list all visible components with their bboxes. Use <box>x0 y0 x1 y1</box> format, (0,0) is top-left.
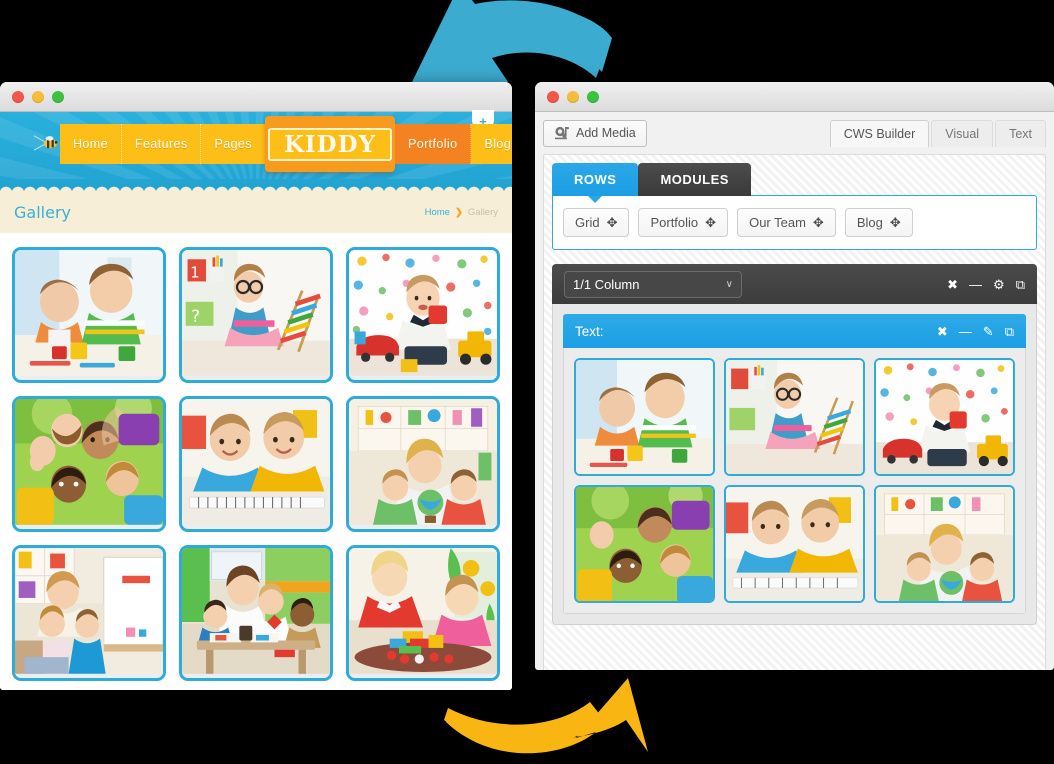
wordpress-editor-window: Add Media CWS Builder Visual Text ROWS M… <box>535 82 1054 670</box>
row-button-label: Portfolio <box>650 215 699 230</box>
duplicate-icon[interactable]: ⧉ <box>1005 325 1014 338</box>
row-button-our-team[interactable]: Our Team ✥ <box>737 208 836 237</box>
close-button[interactable] <box>547 90 559 103</box>
gallery-photo[interactable] <box>12 545 166 681</box>
module-thumbnail[interactable] <box>724 485 865 603</box>
row-block: 1/1 Column ∨ ✖ — ⚙ ⧉ Text: ✖ — ✎ ⧉ <box>552 264 1037 625</box>
breadcrumb-current: Gallery <box>467 206 498 218</box>
module-thumbnail[interactable] <box>574 358 715 476</box>
text-module-body <box>563 348 1026 614</box>
site-logo-text: KIDDY <box>267 127 392 161</box>
tab-rows[interactable]: ROWS <box>552 163 639 196</box>
add-media-label: Add Media <box>576 126 636 140</box>
page-title: Gallery <box>14 202 71 222</box>
minimize-button[interactable] <box>567 90 579 103</box>
row-button-label: Our Team <box>749 215 806 230</box>
row-button-label: Blog <box>856 215 883 230</box>
gallery-photo[interactable] <box>12 396 166 532</box>
close-button[interactable] <box>12 90 24 103</box>
text-module-title: Text: <box>575 323 604 339</box>
page-banner: Gallery Home ❯ Gallery <box>0 184 512 233</box>
gear-icon[interactable]: ⚙ <box>993 278 1005 291</box>
tab-visual[interactable]: Visual <box>931 120 994 147</box>
svg-text:1: 1 <box>190 265 199 282</box>
minimize-button[interactable] <box>32 90 44 103</box>
row-body: Text: ✖ — ✎ ⧉ <box>552 304 1037 625</box>
row-template-buttons: Grid ✥ Portfolio ✥ Our Team ✥ Blog ✥ <box>563 208 1026 237</box>
gallery-photo[interactable] <box>346 247 500 383</box>
nav-item-blog[interactable]: Blog <box>471 124 512 164</box>
module-thumbnail[interactable] <box>874 358 1015 476</box>
zoom-button[interactable] <box>52 90 64 103</box>
close-icon[interactable]: ✖ <box>947 278 958 291</box>
breadcrumb-home[interactable]: Home <box>425 207 450 218</box>
editor-mode-tabs: CWS Builder Visual Text <box>828 119 1046 147</box>
nav-item-pages[interactable]: Pages <box>201 124 265 164</box>
builder-tabs: ROWS MODULES <box>552 163 1037 196</box>
svg-text:?: ? <box>191 307 200 326</box>
column-layout-select[interactable]: 1/1 Column ∨ <box>564 270 742 298</box>
gallery-photo[interactable] <box>346 396 500 532</box>
breadcrumb-separator-icon: ❯ <box>454 206 463 218</box>
row-button-blog[interactable]: Blog ✥ <box>844 208 913 237</box>
row-button-label: Grid <box>575 215 600 230</box>
window-titlebar-right <box>535 82 1054 112</box>
site-header: + Home Features Pages KIDDY Portfolio Bl… <box>0 110 512 180</box>
site-logo[interactable]: KIDDY <box>264 116 395 172</box>
composite-illustration: + Home Features Pages KIDDY Portfolio Bl… <box>0 0 1054 764</box>
editor-toolbar: Add Media CWS Builder Visual Text <box>535 112 1054 154</box>
move-arrows-icon[interactable]: ✥ <box>890 216 901 229</box>
duplicate-icon[interactable]: ⧉ <box>1016 278 1025 291</box>
text-module: Text: ✖ — ✎ ⧉ <box>563 314 1026 614</box>
cws-builder-panel: ROWS MODULES Grid ✥ Portfolio ✥ Our Team <box>543 154 1046 670</box>
tab-text[interactable]: Text <box>995 120 1046 147</box>
module-thumbnail[interactable] <box>574 485 715 603</box>
minimize-icon[interactable]: — <box>959 325 972 338</box>
row-header: 1/1 Column ∨ ✖ — ⚙ ⧉ <box>552 264 1037 304</box>
nav-item-portfolio[interactable]: Portfolio <box>395 124 472 164</box>
nav-item-home[interactable]: Home <box>60 124 122 164</box>
row-button-portfolio[interactable]: Portfolio ✥ <box>638 208 729 237</box>
media-camera-icon <box>555 126 569 139</box>
add-media-button[interactable]: Add Media <box>543 119 647 147</box>
chevron-down-icon: ∨ <box>725 278 733 290</box>
rows-pane: Grid ✥ Portfolio ✥ Our Team ✥ Blog ✥ <box>552 195 1037 250</box>
tab-modules[interactable]: MODULES <box>638 163 751 196</box>
move-arrows-icon[interactable]: ✥ <box>705 216 716 229</box>
module-thumbnail[interactable] <box>724 358 865 476</box>
module-header-icons: ✖ — ✎ ⧉ <box>937 325 1014 338</box>
column-layout-value: 1/1 Column <box>573 276 640 292</box>
module-thumbnail[interactable] <box>874 485 1015 603</box>
move-arrows-icon[interactable]: ✥ <box>607 216 618 229</box>
bee-icon <box>34 135 58 151</box>
breadcrumb: Home ❯ Gallery <box>425 207 498 218</box>
gallery-photo[interactable] <box>12 247 166 383</box>
website-preview-window: + Home Features Pages KIDDY Portfolio Bl… <box>0 82 512 690</box>
gallery-photo[interactable] <box>346 545 500 681</box>
minimize-icon[interactable]: — <box>969 278 982 291</box>
gallery-photo[interactable] <box>179 396 333 532</box>
edit-icon[interactable]: ✎ <box>983 325 994 338</box>
tab-cws-builder[interactable]: CWS Builder <box>829 120 930 147</box>
module-thumbnail-grid <box>574 358 1015 603</box>
row-button-grid[interactable]: Grid ✥ <box>563 208 630 237</box>
main-navigation: Home Features Pages KIDDY Portfolio Blog… <box>60 116 512 172</box>
text-module-header: Text: ✖ — ✎ ⧉ <box>563 314 1026 348</box>
move-arrows-icon[interactable]: ✥ <box>813 216 824 229</box>
row-header-icons: ✖ — ⚙ ⧉ <box>947 278 1025 291</box>
window-titlebar-left <box>0 82 512 112</box>
nav-item-features[interactable]: Features <box>121 124 202 164</box>
close-icon[interactable]: ✖ <box>937 325 948 338</box>
gallery-photo[interactable]: 1 ? <box>179 247 333 383</box>
gallery-grid: 1 ? <box>0 233 512 690</box>
gallery-photo[interactable] <box>179 545 333 681</box>
zoom-button[interactable] <box>587 90 599 103</box>
